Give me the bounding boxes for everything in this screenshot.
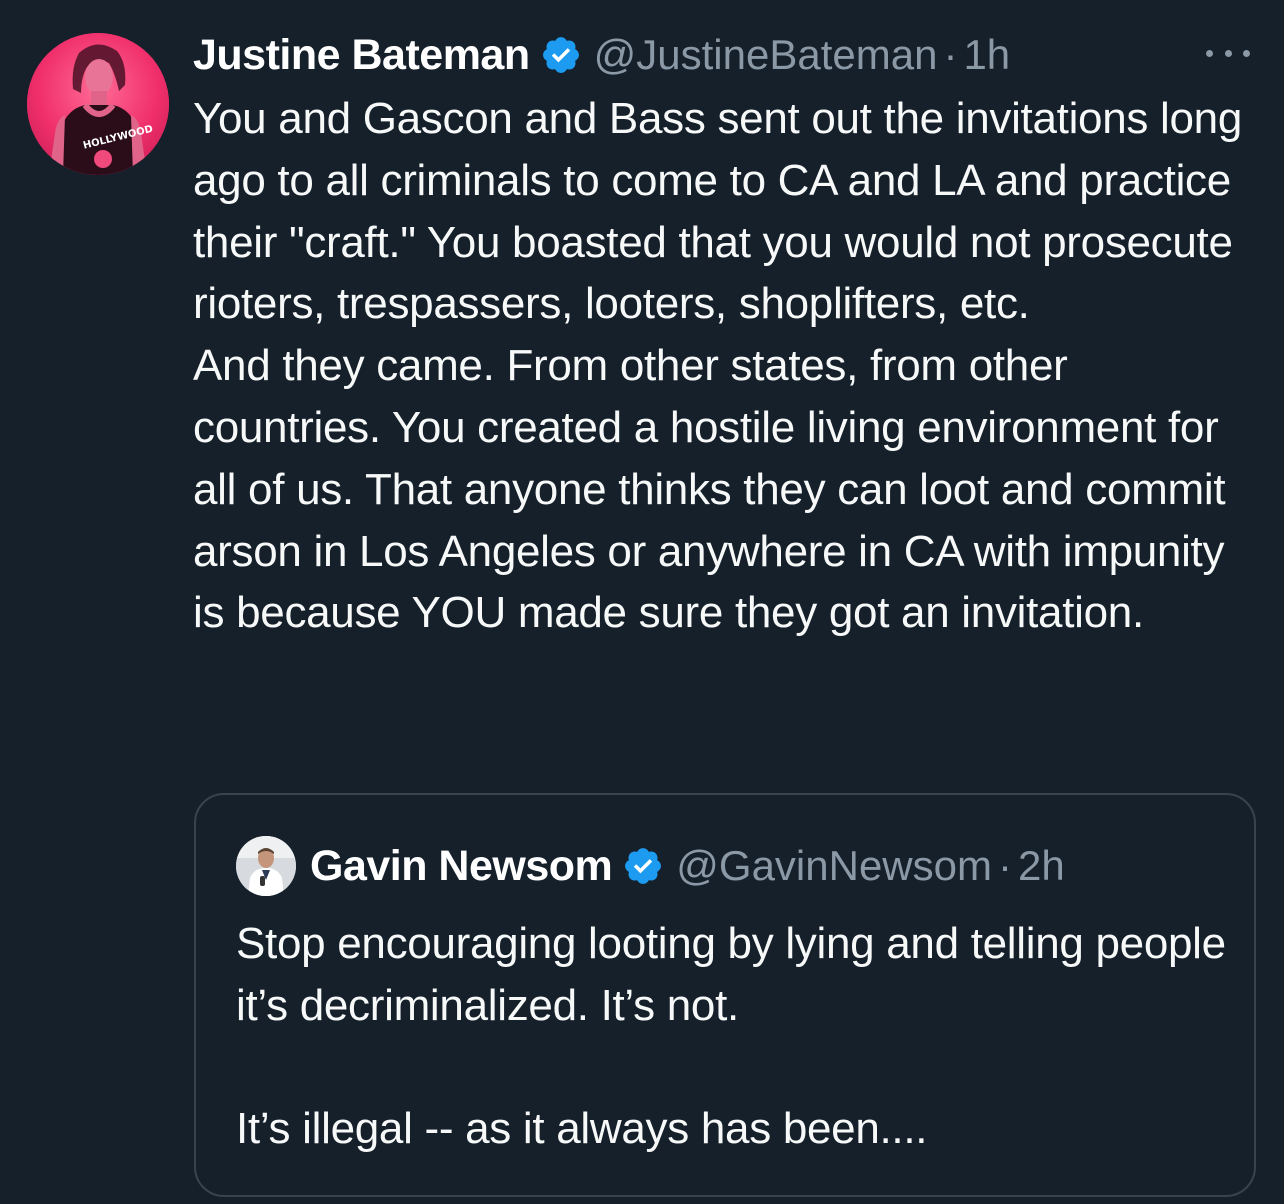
verified-badge-icon [622, 845, 664, 887]
separator-dot: · [943, 31, 958, 78]
tweet-header: Justine Bateman @JustineBateman · 1h [193, 26, 1010, 84]
quoted-tweet-header: Gavin Newsom @GavinNewsom · 2h [236, 835, 1065, 897]
author-avatar[interactable]: HOLLYWOOD [27, 33, 169, 175]
tweet-paragraph: And they came. From other states, from o… [193, 341, 1226, 638]
quoted-tweet-paragraph: Stop encouraging looting by lying and te… [236, 919, 1226, 1030]
dot-icon [1224, 49, 1232, 57]
dot-icon [1206, 49, 1213, 57]
quoted-tweet-paragraph: It’s illegal -- as it always has been...… [236, 1104, 928, 1154]
quoted-author-handle[interactable]: @GavinNewsom [676, 842, 992, 890]
quoted-author-name[interactable]: Gavin Newsom [310, 842, 613, 891]
quoted-avatar-image [236, 836, 296, 896]
dot-icon [1243, 49, 1250, 57]
verified-badge-icon [540, 34, 582, 76]
quoted-tweet-timestamp[interactable]: 2h [1018, 842, 1065, 890]
author-avatar-image: HOLLYWOOD [27, 33, 169, 175]
tweet-text: You and Gascon and Bass sent out the inv… [193, 88, 1263, 644]
quoted-author-avatar[interactable] [236, 836, 296, 896]
author-handle[interactable]: @JustineBateman [594, 31, 938, 79]
quoted-tweet[interactable]: Gavin Newsom @GavinNewsom · 2h Stop enco… [194, 793, 1256, 1197]
tweet-timestamp[interactable]: 1h [963, 31, 1010, 79]
author-name[interactable]: Justine Bateman [193, 31, 530, 80]
tweet[interactable]: HOLLYWOOD Justine Bateman @JustineBatema… [0, 0, 1284, 1204]
separator-dot: · [997, 842, 1012, 889]
more-options-icon[interactable] [1206, 38, 1250, 68]
tweet-paragraph: You and Gascon and Bass sent out the inv… [193, 94, 1242, 329]
quoted-tweet-text: Stop encouraging looting by lying and te… [236, 913, 1226, 1160]
